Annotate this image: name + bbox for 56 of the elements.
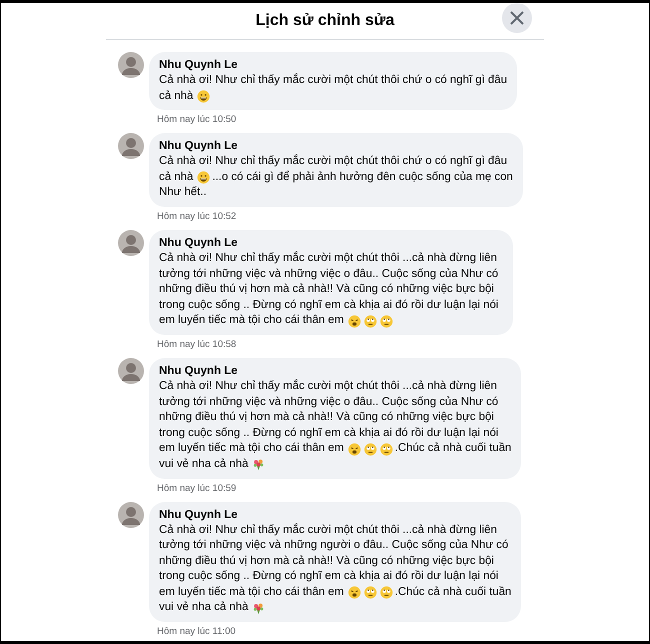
comment-text: Như hết.. <box>159 185 207 200</box>
comment-text: em luyến tiếc mà tội cho cái thân em <box>159 584 344 600</box>
comment-text: những điều thú vị hơn mà cả nhà!! Và cũng có những việc bực bội <box>159 554 494 569</box>
timestamp: Hôm nay lúc 10:58 <box>157 338 238 351</box>
avatar <box>118 502 144 528</box>
author-name[interactable]: Nhu Quynh Le <box>159 57 508 73</box>
comment-text: Cả nhà ơi! Như chỉ thấy mắc cười một chút thôi ...cả nhà đừng liên <box>159 250 497 266</box>
comment-text: cả nhà <box>159 88 194 104</box>
comment-text: tưởng tới những việc và những việc o đâu.. Cuộc sống của Như có <box>159 266 498 282</box>
bouquet-icon <box>252 458 266 472</box>
comment-text: vui vẻ nha cả nhà <box>159 600 248 616</box>
eye-roll-face-icon <box>380 442 393 456</box>
eye-roll-face-icon <box>364 314 377 328</box>
eye-roll-face-icon <box>364 442 377 456</box>
timestamp: Hôm nay lúc 10:52 <box>157 210 238 223</box>
author-name[interactable]: Nhu Quynh Le <box>159 138 513 154</box>
author-name[interactable]: Nhu Quynh Le <box>159 234 503 251</box>
grinning-face-icon <box>197 90 210 103</box>
comment-text: Cả nhà ơi! Như chỉ thấy mắc cười một chút thôi chứ o có nghĩ gì đâu <box>159 73 508 88</box>
avatar <box>118 52 144 78</box>
close-icon <box>510 11 524 25</box>
comment-text: Cả nhà ơi! Như chỉ thấy mắc cười một chút thôi chứ o có nghĩ gì đâu <box>159 154 508 170</box>
weary-face-icon <box>348 586 361 600</box>
weary-face-icon <box>348 314 361 328</box>
comment-text: vui vẻ nha cả nhà <box>159 456 248 472</box>
comment-text: Cả nhà ơi! Như chỉ thấy mắc cười một chút thôi ...cả nhà đừng liên <box>159 522 497 538</box>
eye-roll-face-icon <box>380 586 393 600</box>
comment-text: .Chúc cả nhà cuối tuần <box>394 441 512 456</box>
comment-text: Cả nhà ơi! Như chỉ thấy mắc cười một chút thôi ...cả nhà đừng liên <box>159 378 497 394</box>
comment-text: những điều thú vị hơn mà cả nhà!! Và cũng có những việc bực bội <box>159 282 494 298</box>
comment-text: ...o có cái gì để phải ảnh hưởng đên cuộc sống của mẹ con <box>212 170 513 185</box>
weary-face-icon <box>348 442 361 456</box>
comment-text: trong cuộc sống .. Đừng có nghĩ em cà khịa ai đó rồi dư luận lại nói <box>159 426 498 441</box>
timestamp: Hôm nay lúc 10:59 <box>157 482 238 494</box>
dialog-title: Lịch sử chỉnh sửa <box>256 12 394 30</box>
timestamp: Hôm nay lúc 10:50 <box>157 114 238 126</box>
comment-text: trong cuộc sống .. Đừng có nghĩ em cà khịa ai đó rồi dư luận lại nói <box>159 569 498 584</box>
timestamp: Hôm nay lúc 11:00 <box>157 626 237 638</box>
eye-roll-face-icon <box>364 586 377 600</box>
comment-text: em luyến tiếc mà tội cho cái thân em <box>159 441 344 456</box>
comment-text: .Chúc cả nhà cuối tuần <box>394 584 512 600</box>
close-button[interactable] <box>502 3 532 33</box>
comment-text: những điều thú vị hơn mà cả nhà!! Và cũng có những việc bực bội <box>159 410 494 426</box>
author-name[interactable]: Nhu Quynh Le <box>159 362 512 379</box>
avatar <box>118 230 144 256</box>
comment-text: tưởng tới những việc và những người o đâu.. Cuộc sống của Như có <box>159 538 508 554</box>
comment-text: tưởng tới những việc và những việc o đâu.. Cuộc sống của Như có <box>159 394 498 410</box>
avatar <box>118 358 144 384</box>
bouquet-icon <box>252 602 266 615</box>
author-name[interactable]: Nhu Quynh Le <box>159 506 512 522</box>
avatar <box>118 133 144 160</box>
comment-text: em luyến tiếc mà tội cho cái thân em <box>159 313 344 328</box>
grinning-face-icon <box>197 171 210 184</box>
comment-text: trong cuộc sống .. Đừng có nghĩ em cà khịa ai đó rồi dư luận lại nói <box>159 298 498 313</box>
eye-roll-face-icon <box>380 314 393 328</box>
comment-text: cả nhà <box>159 170 194 185</box>
